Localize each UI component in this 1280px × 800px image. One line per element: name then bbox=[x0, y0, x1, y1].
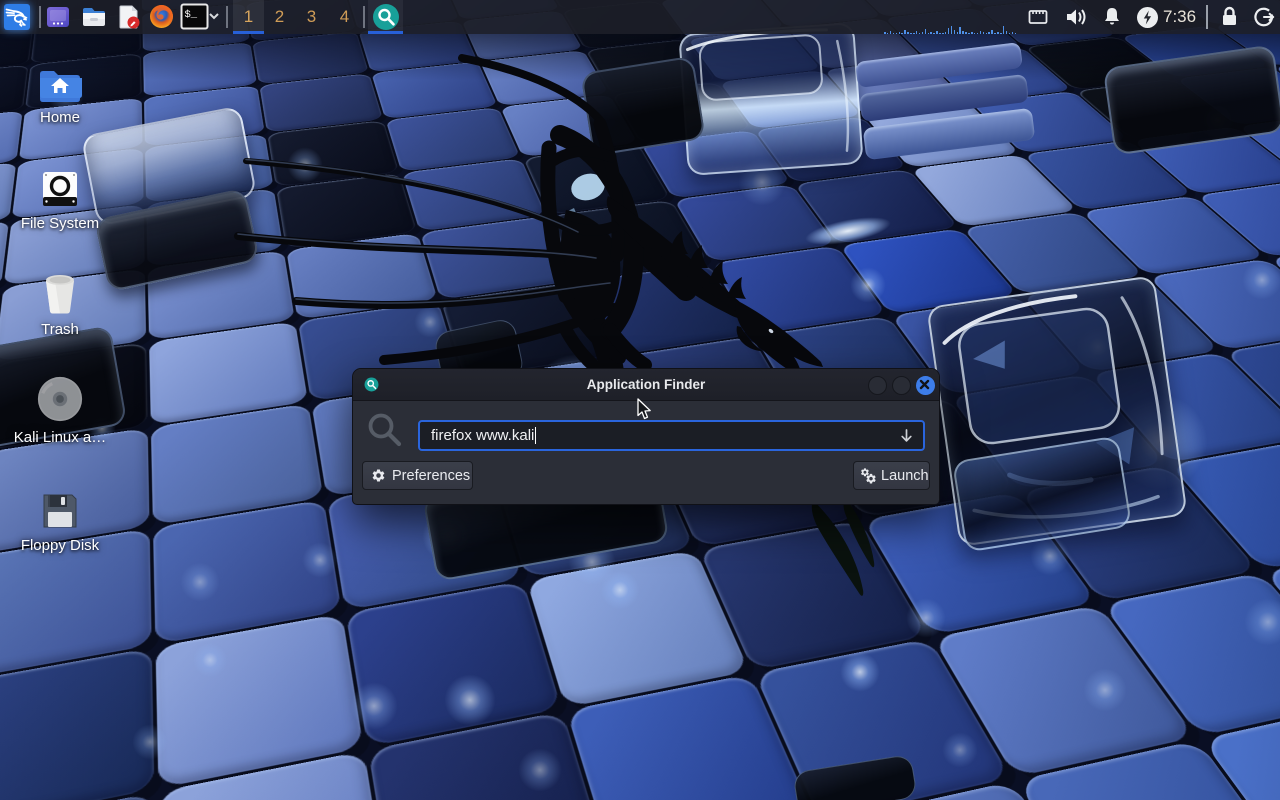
svg-text:$_: $_ bbox=[185, 9, 198, 21]
